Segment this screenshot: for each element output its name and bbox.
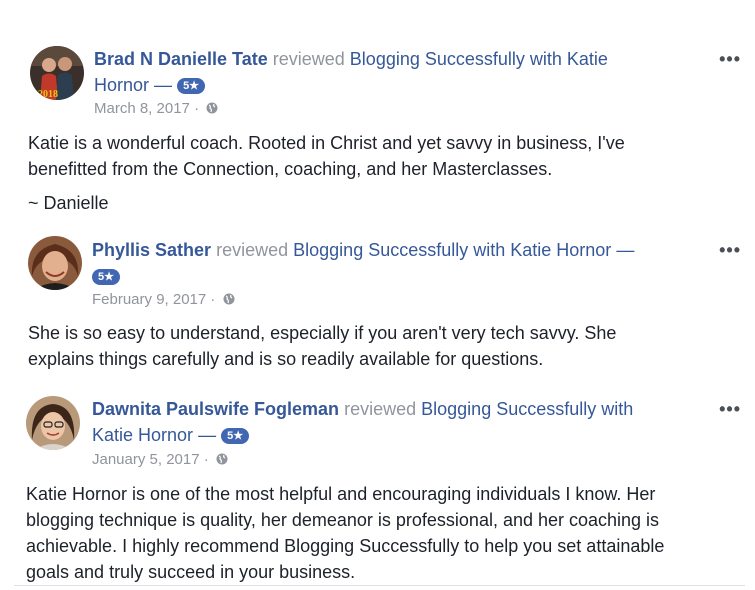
review-text: Katie Hornor is one of the most helpful … bbox=[26, 481, 664, 585]
more-options-icon[interactable]: ••• bbox=[719, 241, 741, 259]
reviewed-verb: reviewed bbox=[216, 240, 289, 260]
avatar-couple-image: 2018 bbox=[30, 46, 84, 100]
dash: — bbox=[154, 75, 173, 95]
more-options-icon[interactable]: ••• bbox=[719, 50, 741, 68]
globe-icon bbox=[206, 102, 218, 114]
page-link-cont[interactable]: Hornor bbox=[94, 75, 149, 95]
review-date[interactable]: February 9, 2017 bbox=[92, 291, 206, 308]
dash: — bbox=[198, 425, 217, 445]
review-text-line: She is so easy to understand, especially… bbox=[28, 323, 617, 343]
review-text: She is so easy to understand, especially… bbox=[28, 320, 616, 372]
rating-badge: 5★ bbox=[221, 428, 250, 444]
review-meta: February 9, 2017 · bbox=[92, 290, 235, 310]
meta-separator: · bbox=[210, 291, 216, 308]
reviewed-verb: reviewed bbox=[344, 399, 417, 419]
author-name[interactable]: Dawnita Paulswife Fogleman bbox=[92, 399, 339, 419]
avatar[interactable] bbox=[26, 396, 80, 450]
rating-badge: 5★ bbox=[92, 269, 120, 285]
page-link[interactable]: Blogging Successfully with Katie Hornor bbox=[293, 240, 611, 260]
avatar[interactable] bbox=[28, 236, 82, 290]
page-link-cont[interactable]: Katie Hornor bbox=[92, 425, 193, 445]
review-text-line: benefitted from the Connection, coaching… bbox=[28, 159, 553, 179]
review-text-line: goals and truly succeed in your business… bbox=[26, 562, 356, 582]
avatar-person-image bbox=[28, 236, 82, 290]
review-header: Phyllis Sather reviewed Blogging Success… bbox=[92, 237, 712, 289]
dash: — bbox=[616, 240, 635, 260]
review-meta: January 5, 2017 · bbox=[92, 450, 228, 470]
review-date[interactable]: January 5, 2017 bbox=[92, 451, 200, 468]
review-signoff: ~ Danielle bbox=[28, 193, 109, 213]
meta-separator: · bbox=[194, 100, 200, 117]
review-date[interactable]: March 8, 2017 bbox=[94, 100, 190, 117]
avatar[interactable]: 2018 bbox=[30, 46, 84, 100]
page-link[interactable]: Blogging Successfully with bbox=[421, 399, 633, 419]
more-options-icon[interactable]: ••• bbox=[719, 400, 741, 418]
globe-icon bbox=[216, 453, 228, 465]
meta-separator: · bbox=[203, 451, 209, 468]
review-header: Brad N Danielle Tate reviewed Blogging S… bbox=[94, 46, 694, 98]
globe-icon bbox=[223, 293, 235, 305]
author-name[interactable]: Brad N Danielle Tate bbox=[94, 49, 268, 69]
reviewed-verb: reviewed bbox=[272, 49, 345, 69]
review-text: Katie is a wonderful coach. Rooted in Ch… bbox=[28, 130, 625, 182]
review-text-line: explains things carefully and is so read… bbox=[28, 349, 544, 369]
avatar-year-text: 2018 bbox=[38, 89, 58, 100]
divider bbox=[14, 585, 745, 586]
author-name[interactable]: Phyllis Sather bbox=[92, 240, 211, 260]
avatar-person-image bbox=[26, 396, 80, 450]
review-text-line: blogging technique is quality, her demea… bbox=[26, 510, 660, 530]
page-link[interactable]: Blogging Successfully with Katie bbox=[350, 49, 608, 69]
review-text-line: Katie is a wonderful coach. Rooted in Ch… bbox=[28, 133, 625, 153]
review-header: Dawnita Paulswife Fogleman reviewed Blog… bbox=[92, 396, 692, 448]
rating-badge: 5★ bbox=[177, 78, 206, 94]
review-text-line: achievable. I highly recommend Blogging … bbox=[26, 536, 665, 556]
review-text-line: Katie Hornor is one of the most helpful … bbox=[26, 484, 656, 504]
review-meta: March 8, 2017 · bbox=[94, 99, 218, 119]
reviews-feed: 2018 Brad N Danielle Tate reviewed Blogg… bbox=[0, 0, 755, 590]
